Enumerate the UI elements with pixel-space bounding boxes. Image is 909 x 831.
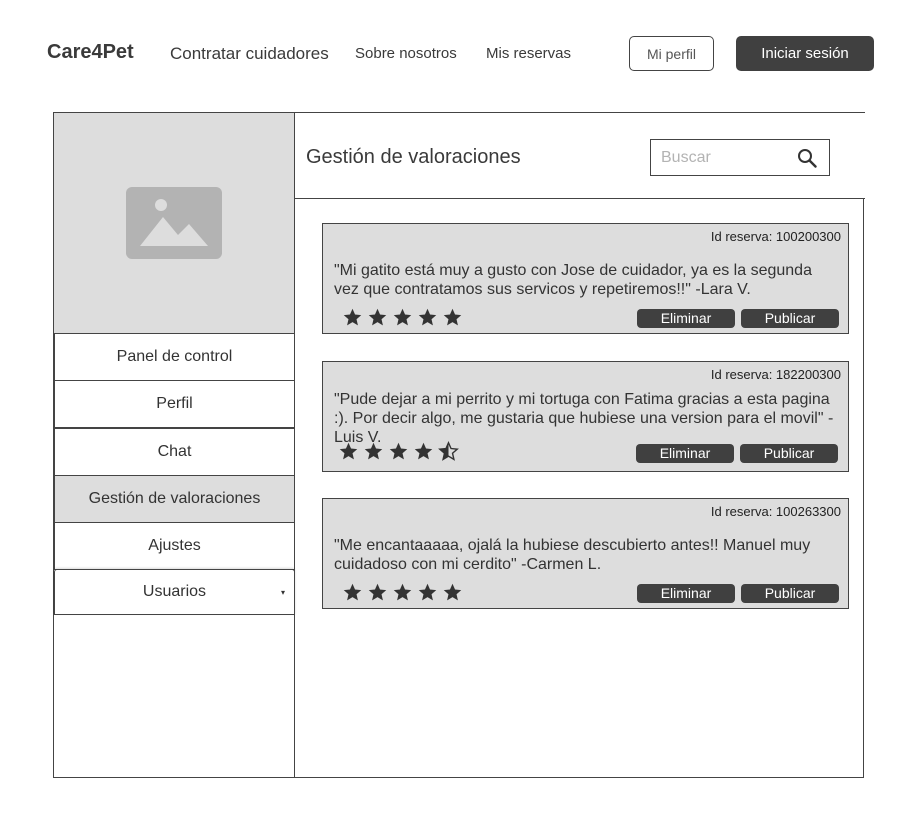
- sidebar-item-label: Ajustes: [148, 537, 201, 554]
- star-icon: [418, 308, 437, 326]
- sidebar-item-review-management[interactable]: Gestión de valoraciones: [54, 475, 295, 523]
- content-header: Gestión de valoraciones: [294, 112, 865, 199]
- booking-id: Id reserva: 100200300: [710, 229, 841, 244]
- review-text: "Pude dejar a mi perrito y mi tortuga co…: [334, 391, 834, 446]
- dropdown-caret-icon: ▾: [280, 588, 285, 597]
- delete-review-button[interactable]: Eliminar: [636, 444, 734, 463]
- star-icon: [393, 583, 412, 601]
- star-half-icon: [438, 441, 459, 461]
- page-title: Gestión de valoraciones: [306, 146, 521, 168]
- review-text: "Me encantaaaaa, ojalá la hubiese descub…: [334, 537, 811, 573]
- star-icon: [443, 583, 462, 601]
- star-icon: [368, 308, 387, 326]
- nav-link-hire-caregivers[interactable]: Contratar cuidadores: [170, 44, 329, 64]
- brand-logo[interactable]: Care4Pet: [47, 41, 134, 64]
- star-icon: [339, 442, 358, 460]
- nav-link-my-bookings[interactable]: Mis reservas: [486, 45, 571, 62]
- profile-image-placeholder: [54, 113, 294, 333]
- delete-review-button[interactable]: Eliminar: [637, 584, 735, 603]
- publish-review-button[interactable]: Publicar: [741, 309, 839, 328]
- star-icon: [414, 442, 433, 460]
- sidebar-item-settings[interactable]: Ajustes: [54, 522, 295, 570]
- review-card: Id reserva: 100200300 "Mi gatito está mu…: [322, 223, 849, 334]
- search-box: [650, 139, 830, 176]
- publish-review-button[interactable]: Publicar: [740, 444, 838, 463]
- booking-id: Id reserva: 182200300: [710, 367, 841, 382]
- star-icon: [418, 583, 437, 601]
- nav-link-about-us[interactable]: Sobre nosotros: [355, 45, 457, 62]
- sidebar-item-label: Chat: [157, 443, 192, 460]
- sidebar-item-control-panel[interactable]: Panel de control: [54, 333, 295, 381]
- star-icon: [393, 308, 412, 326]
- star-icon: [389, 442, 408, 460]
- star-icon: [364, 442, 383, 460]
- search-input[interactable]: [651, 140, 791, 175]
- login-button[interactable]: Iniciar sesión: [736, 36, 874, 71]
- delete-review-button[interactable]: Eliminar: [637, 309, 735, 328]
- booking-id: Id reserva: 100263300: [710, 504, 841, 519]
- star-rating: [338, 441, 459, 462]
- star-icon: [443, 308, 462, 326]
- my-profile-button[interactable]: Mi perfil: [629, 36, 714, 71]
- star-icon: [343, 308, 362, 326]
- star-rating: [342, 582, 463, 603]
- sidebar-item-chat[interactable]: Chat: [54, 428, 295, 476]
- sidebar-item-label: Gestión de valoraciones: [88, 490, 261, 507]
- review-text: "Mi gatito está muy a gusto con Jose de …: [334, 262, 812, 298]
- main-frame: Panel de control Perfil Chat Gestión de …: [53, 112, 865, 778]
- sidebar-item-label: Perfil: [156, 395, 193, 412]
- sidebar-item-label: Panel de control: [116, 348, 233, 365]
- review-card: Id reserva: 100263300 "Me encantaaaaa, o…: [322, 498, 849, 609]
- sidebar-item-users-dropdown[interactable]: Usuarios ▾: [54, 569, 295, 615]
- star-icon: [368, 583, 387, 601]
- star-rating: [342, 307, 463, 328]
- image-placeholder-icon: [126, 187, 222, 259]
- sidebar: Panel de control Perfil Chat Gestión de …: [54, 113, 295, 777]
- search-icon[interactable]: [797, 148, 817, 168]
- star-icon: [343, 583, 362, 601]
- review-card: Id reserva: 182200300 "Pude dejar a mi p…: [322, 361, 849, 472]
- sidebar-item-label: Usuarios: [142, 583, 207, 600]
- publish-review-button[interactable]: Publicar: [741, 584, 839, 603]
- sidebar-item-profile[interactable]: Perfil: [54, 380, 295, 428]
